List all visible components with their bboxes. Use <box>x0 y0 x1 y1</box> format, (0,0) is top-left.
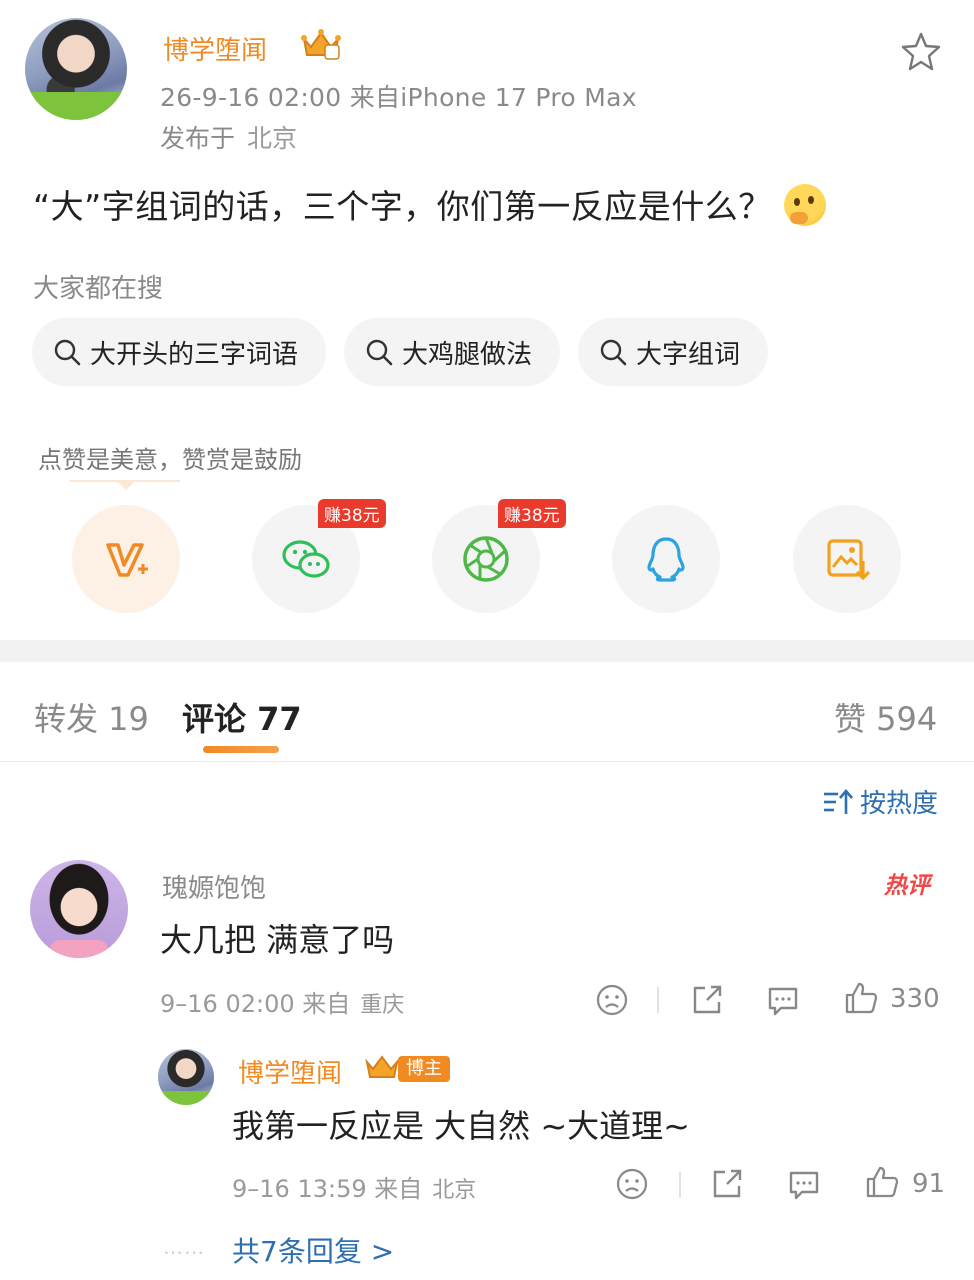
comment-time: 9–16 02:00 来自 <box>160 990 351 1018</box>
sort-icon <box>824 788 853 814</box>
comment-text: 大几把 满意了吗 <box>160 921 395 959</box>
reply-author-avatar[interactable] <box>158 1049 214 1105</box>
thumbs-up-icon[interactable] <box>864 1164 900 1200</box>
dislike-face-icon[interactable] <box>614 1166 650 1202</box>
star-icon[interactable] <box>900 30 942 72</box>
action-separator <box>657 987 659 1013</box>
share-wechat-button[interactable]: 赚38元 <box>252 499 386 613</box>
commenter-avatar[interactable] <box>30 860 128 958</box>
comment-meta: 9–16 02:00 来自 重庆 <box>160 984 404 1019</box>
post-location-line: 发布于 北京 <box>160 119 297 155</box>
crown-icon <box>365 1055 399 1078</box>
share-icon[interactable] <box>709 1166 745 1202</box>
action-separator <box>679 1172 681 1198</box>
hot-comment-badge: 热评 <box>884 873 930 899</box>
author-name[interactable]: 博学堕闻 <box>163 30 267 67</box>
post-body: “大”字组词的话，三个字，你们第一反应是什么？ <box>33 187 772 226</box>
reply-like-count: 91 <box>912 1169 946 1199</box>
reply-text: 我第一反应是 大自然 ~大道理~ <box>232 1107 690 1145</box>
reward-button[interactable] <box>72 505 180 613</box>
reply-location: 北京 <box>432 1178 477 1203</box>
share-qq-button[interactable] <box>612 505 720 613</box>
search-icon <box>600 339 627 366</box>
save-image-button[interactable] <box>793 505 901 613</box>
moments-earn-badge: 赚38元 <box>498 499 566 528</box>
reply-icon[interactable] <box>765 982 801 1018</box>
active-tab-indicator <box>203 746 279 753</box>
moments-aperture-icon <box>463 536 509 582</box>
thinking-face-icon <box>783 184 826 226</box>
save-image-icon <box>827 539 871 581</box>
search-chip-label: 大字组词 <box>636 339 741 370</box>
qq-penguin-icon <box>647 537 685 582</box>
search-chip[interactable]: 大开头的三字词语 <box>32 318 327 386</box>
tab-repost[interactable]: 转发 19 <box>34 694 149 740</box>
sort-by-hot-button[interactable]: 按热度 <box>822 783 938 820</box>
published-label: 发布于 <box>160 124 236 153</box>
published-location: 北京 <box>247 124 298 153</box>
share-icon[interactable] <box>689 982 725 1018</box>
search-chip[interactable]: 大字组词 <box>578 318 769 386</box>
wechat-icon <box>282 540 330 578</box>
blogger-badge: 博主 <box>398 1056 450 1082</box>
tab-like[interactable]: 赞 594 <box>834 694 937 740</box>
search-chips: 大开头的三字词语 大鸡腿做法 大字组词 <box>32 318 769 386</box>
reward-v-plus-icon <box>106 543 148 577</box>
author-avatar[interactable] <box>25 18 127 120</box>
search-chip-label: 大鸡腿做法 <box>402 339 533 370</box>
crown-icon <box>301 29 341 60</box>
reply-author-name[interactable]: 博学堕闻 <box>238 1053 342 1090</box>
wechat-earn-badge: 赚38元 <box>318 499 386 528</box>
reward-hint: 点赞是美意，赞赏是鼓励 <box>38 446 302 474</box>
post-text: “大”字组词的话，三个字，你们第一反应是什么？ <box>33 180 826 228</box>
reply-time: 9–16 13:59 来自 <box>232 1175 423 1203</box>
search-icon <box>366 339 393 366</box>
thumbs-up-icon[interactable] <box>843 980 879 1016</box>
commenter-name[interactable]: 瑰嫄饱饱 <box>162 868 266 905</box>
search-chip[interactable]: 大鸡腿做法 <box>344 318 561 386</box>
section-divider <box>0 640 974 662</box>
sort-label: 按热度 <box>860 789 939 819</box>
tab-comment[interactable]: 评论 77 <box>182 694 302 740</box>
search-chip-label: 大开头的三字词语 <box>90 339 299 370</box>
reply-icon[interactable] <box>786 1166 822 1202</box>
comment-like-count: 330 <box>890 984 940 1014</box>
post-time-source: 26-9-16 02:00 来自iPhone 17 Pro Max <box>160 83 637 112</box>
thread-dots: ⋯⋯ <box>163 1240 205 1264</box>
search-section-title: 大家都在搜 <box>33 274 164 304</box>
comment-location: 重庆 <box>360 993 405 1018</box>
reply-meta: 9–16 13:59 来自 北京 <box>232 1169 476 1204</box>
share-moments-button[interactable]: 赚38元 <box>432 499 566 613</box>
search-icon <box>54 339 81 366</box>
dislike-face-icon[interactable] <box>594 982 630 1018</box>
reward-hint-arrow <box>116 480 136 490</box>
more-replies-link[interactable]: 共7条回复 > <box>232 1230 394 1270</box>
